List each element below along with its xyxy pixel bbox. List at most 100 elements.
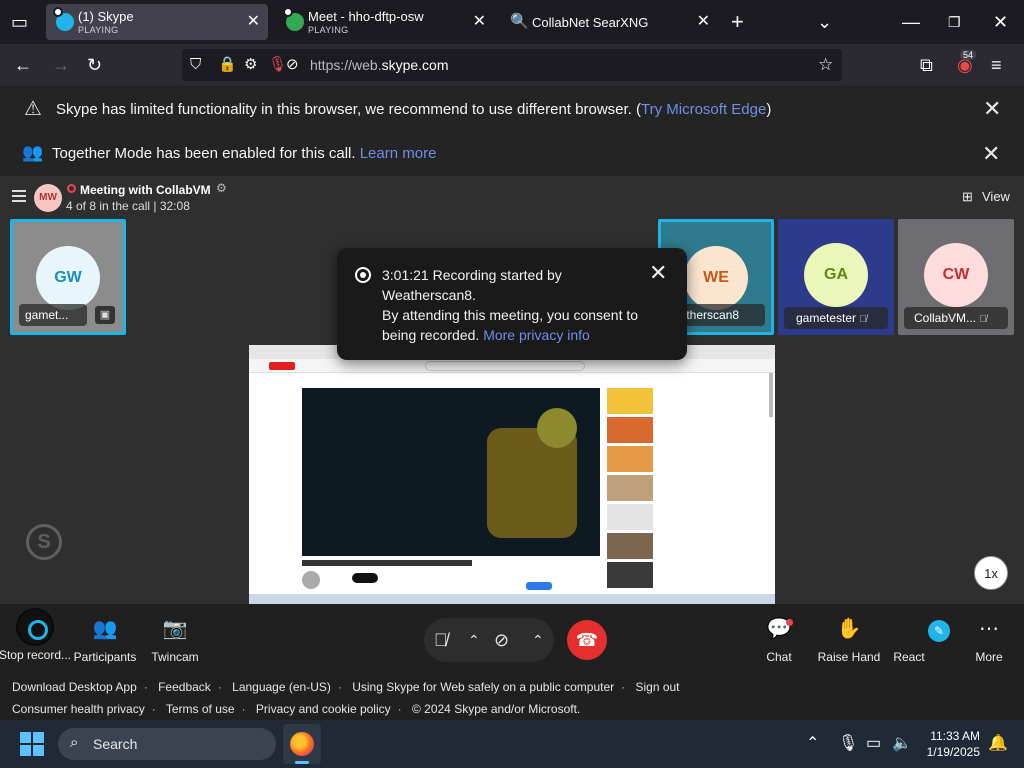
browser-tab-strip: ▭ (1) Skype PLAYING ✕ Meet - hho-dftp-os…: [0, 0, 1024, 44]
twincam-button[interactable]: 📷 Twincam: [130, 614, 220, 664]
playback-speed-button[interactable]: 1x: [974, 556, 1008, 590]
screen-share-icon: ▣: [95, 306, 115, 324]
search-icon: ⌕: [70, 734, 79, 751]
copyright-text: © 2024 Skype and/or Microsoft.: [411, 702, 581, 716]
more-label: More: [975, 650, 1003, 664]
more-button[interactable]: ⋯ More: [944, 614, 1024, 664]
shared-screen[interactable]: [249, 345, 775, 604]
meeting-settings-icon[interactable]: ⚙: [216, 181, 227, 195]
navigation-bar: ← → ↻ ⛉ 🔒 ⚙ 🎙 ⊘ https://web.skype.com ☆ …: [0, 44, 1024, 86]
mute-microphone-icon[interactable]: 🎙̸: [434, 626, 448, 654]
meeting-title[interactable]: Meeting with CollabVM: [80, 183, 211, 197]
lock-icon[interactable]: 🔒: [218, 56, 237, 74]
recording-indicator-icon: [67, 184, 76, 193]
search-favicon: 🔍: [510, 13, 529, 30]
video-options-chevron-icon[interactable]: ⌃: [532, 626, 544, 654]
taskbar-search[interactable]: ⌕ Search: [58, 728, 276, 760]
firefox-taskbar-button[interactable]: [283, 724, 321, 764]
grid-view-icon[interactable]: ⊞: [962, 189, 973, 205]
tab-overview-icon[interactable]: ▭: [11, 12, 28, 32]
video-player: [302, 388, 600, 556]
youtube-logo: [269, 362, 295, 370]
terms-link[interactable]: Terms of use: [166, 702, 235, 716]
url-text[interactable]: https://web.skype.com: [310, 57, 449, 73]
health-privacy-link[interactable]: Consumer health privacy: [12, 702, 145, 716]
muted-mic-icon: 🎙̸: [859, 314, 867, 325]
privacy-cookie-link[interactable]: Privacy and cookie policy: [256, 702, 391, 716]
meeting-avatar: MW: [34, 184, 62, 212]
language-link[interactable]: Language (en-US): [232, 680, 331, 694]
tab-meet[interactable]: Meet - hho-dftp-osw PLAYING ✕: [276, 4, 494, 40]
windows-taskbar: ⌕ Search ⌃ 🎙 ▭ 🔈 11:33 AM 1/19/2025 🔔: [0, 720, 1024, 768]
permissions-icon[interactable]: ⚙: [244, 56, 257, 74]
tray-overflow-chevron-icon[interactable]: ⌃: [806, 734, 819, 754]
bookmark-star-icon[interactable]: ☆: [818, 56, 833, 74]
feedback-link[interactable]: Feedback: [158, 680, 211, 694]
media-controls: 🎙̸ ⌃ ⊘ ⌃: [424, 618, 554, 662]
close-notification-icon[interactable]: ✕: [649, 262, 667, 284]
call-stage: MW Meeting with CollabVM ⚙ 4 of 8 in the…: [0, 176, 1024, 604]
recording-icon: [355, 267, 371, 283]
close-together-banner-icon[interactable]: ✕: [982, 143, 1000, 165]
video-frame-detail: [537, 408, 577, 448]
address-bar[interactable]: ⛉ 🔒 ⚙ 🎙 ⊘ https://web.skype.com ☆: [182, 49, 842, 81]
participant-tile-cw[interactable]: CW CollabVM... 🎙̸: [898, 219, 1014, 335]
chat-notification-dot: [786, 619, 793, 626]
network-icon[interactable]: ▭: [866, 734, 881, 754]
footer-row-1: Download Desktop App · Feedback · Language…: [12, 680, 680, 694]
participant-tile-gw[interactable]: GW gamet... ▣: [10, 219, 126, 335]
camera-blocked-icon[interactable]: ⊘: [286, 56, 299, 74]
learn-more-link[interactable]: Learn more: [360, 145, 437, 162]
tab-skype[interactable]: (1) Skype PLAYING ✕: [46, 4, 268, 40]
reload-icon[interactable]: ↻: [87, 54, 102, 76]
try-edge-link[interactable]: Try Microsoft Edge: [641, 101, 766, 118]
taskbar-clock[interactable]: 11:33 AM 1/19/2025: [920, 728, 980, 760]
video-off-icon[interactable]: ⊘: [494, 626, 509, 654]
twincam-label: Twincam: [151, 650, 199, 664]
volume-icon[interactable]: 🔈: [892, 734, 912, 754]
view-button[interactable]: View: [982, 189, 1010, 204]
warning-text: Skype has limited functionality in this …: [56, 101, 772, 118]
microphone-icon[interactable]: 🎙: [268, 56, 287, 74]
safety-link[interactable]: Using Skype for Web safely on a public c…: [352, 680, 614, 694]
forward-icon: →: [52, 55, 70, 75]
avatar: GW: [36, 246, 100, 310]
record-icon: [16, 608, 54, 646]
avatar: CW: [924, 243, 988, 307]
tab-searxng[interactable]: 🔍 CollabNet SearXNG ✕: [500, 4, 718, 40]
close-tab-icon[interactable]: ✕: [473, 13, 486, 31]
close-tab-icon[interactable]: ✕: [697, 13, 710, 31]
close-tab-icon[interactable]: ✕: [247, 13, 260, 31]
new-tab-button[interactable]: +: [731, 11, 744, 33]
tab-playing-label: PLAYING: [78, 25, 119, 35]
back-icon[interactable]: ←: [14, 54, 32, 76]
restore-icon[interactable]: ❐: [948, 12, 961, 32]
minimize-icon[interactable]: —: [902, 12, 920, 32]
extensions-icon[interactable]: ⧉: [920, 54, 933, 76]
call-status: 4 of 8 in the call | 32:08: [66, 199, 190, 213]
search-placeholder: Search: [93, 736, 138, 752]
shared-taskbar: [249, 594, 775, 604]
tab-list-chevron-icon[interactable]: ⌄: [817, 12, 832, 32]
audio-options-chevron-icon[interactable]: ⌃: [468, 626, 480, 654]
windows-start-icon[interactable]: [20, 732, 44, 756]
tray-microphone-icon[interactable]: 🎙: [838, 734, 858, 754]
participant-tile-ga[interactable]: GA gametester 🎙̸: [778, 219, 894, 335]
notifications-bell-icon[interactable]: 🔔: [988, 734, 1008, 754]
tab-title: CollabNet SearXNG: [532, 15, 649, 30]
call-controls: Stop record... 👥 Participants 📷 Twincam …: [0, 604, 1024, 676]
close-warning-icon[interactable]: ✕: [983, 98, 1001, 120]
sign-out-link[interactable]: Sign out: [635, 680, 679, 694]
recording-message: 3:01:21 Recording started by Weatherscan…: [382, 265, 652, 345]
menu-icon[interactable]: ≡: [991, 54, 1002, 76]
twincam-icon: 📷: [162, 618, 188, 640]
download-desktop-link[interactable]: Download Desktop App: [12, 680, 137, 694]
privacy-info-link[interactable]: More privacy info: [483, 327, 590, 343]
avatar: GA: [804, 243, 868, 307]
end-call-button[interactable]: ☎: [567, 620, 607, 660]
shared-browser-toolbar: [249, 359, 775, 373]
shield-icon[interactable]: ⛉: [190, 56, 201, 74]
avatar: WE: [684, 246, 748, 310]
hamburger-menu-icon[interactable]: [12, 190, 26, 205]
close-window-icon[interactable]: ✕: [993, 12, 1008, 32]
